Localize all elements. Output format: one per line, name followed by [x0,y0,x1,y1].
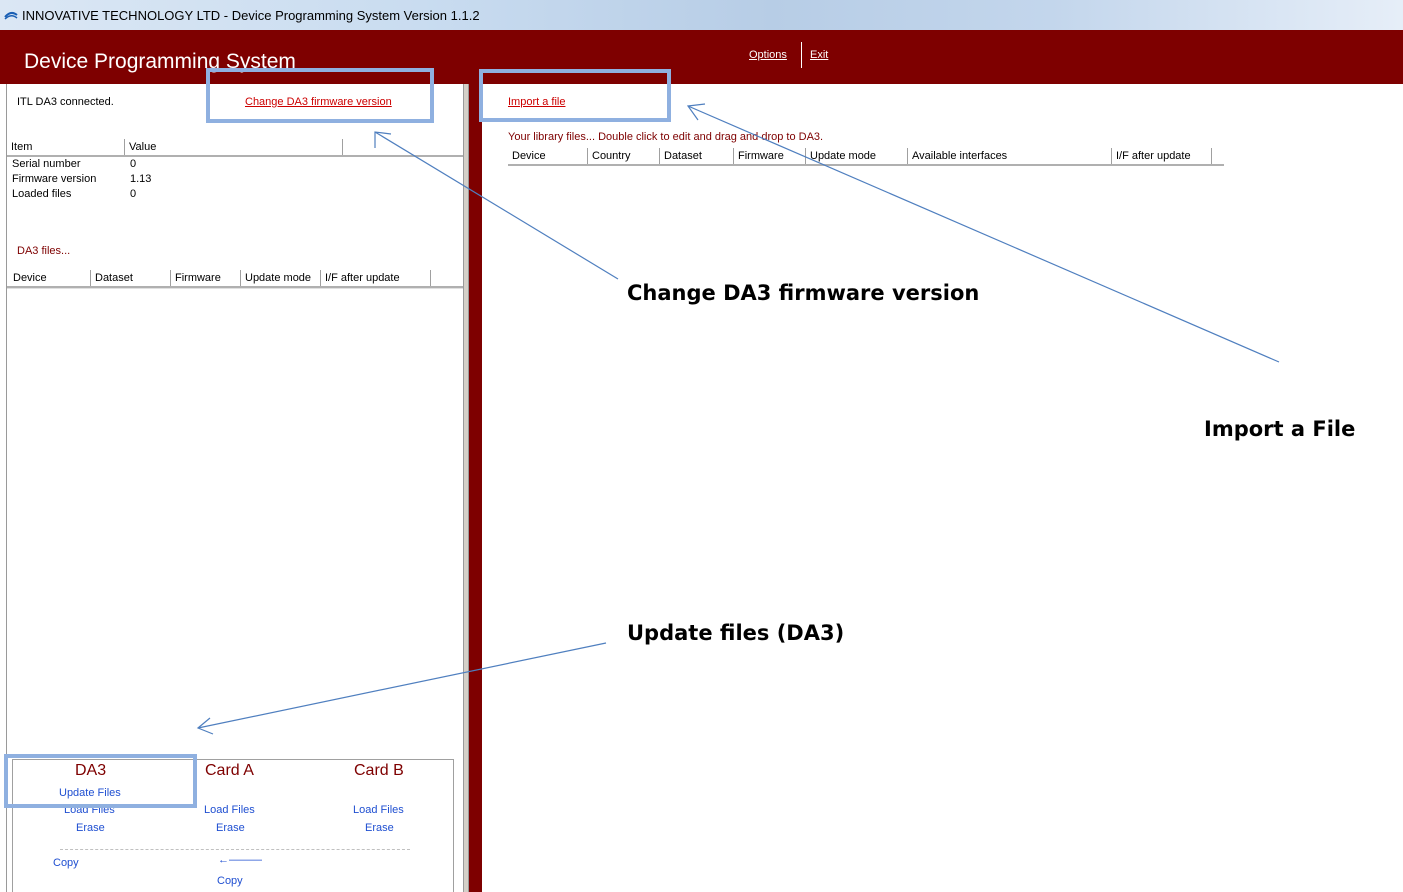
update-files-arrow [197,642,607,729]
callout-change-firmware: Change DA3 firmware version [627,281,980,305]
callout-import-file: Import a File [1204,417,1356,441]
import-file-arrow [687,105,1280,363]
callout-arrows [196,103,1280,735]
callout-update-files: Update files (DA3) [627,621,845,645]
change-firmware-arrow [374,131,619,280]
